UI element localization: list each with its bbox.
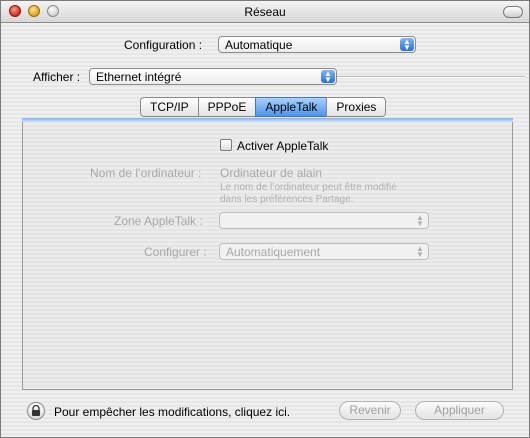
show-value: Ethernet intégré bbox=[96, 70, 182, 84]
show-popup[interactable]: Ethernet intégré ▲ ▼ bbox=[89, 68, 337, 85]
show-label: Afficher : bbox=[33, 70, 81, 84]
activate-appletalk-checkbox[interactable] bbox=[220, 139, 232, 151]
lock-text: Pour empêcher les modifications, cliquez… bbox=[54, 405, 291, 419]
computer-name-hint-line2: dans les préférences Partage. bbox=[220, 194, 354, 205]
lock-button[interactable] bbox=[27, 402, 45, 420]
popup-arrows-icon: ▲ ▼ bbox=[416, 244, 424, 259]
network-window: Réseau Configuration : Automatique ▲ ▼ Af… bbox=[0, 0, 530, 438]
tab-tcpip[interactable]: TCP/IP bbox=[140, 97, 198, 117]
configuration-popup[interactable]: Automatique ▲ ▼ bbox=[218, 36, 416, 53]
computer-name-hint-line1: Le nom de l’ordinateur peut être modifié bbox=[220, 182, 397, 193]
zone-popup: ▲ ▼ bbox=[219, 212, 429, 229]
configure-popup: Automatiquement ▲ ▼ bbox=[219, 243, 429, 260]
computer-name-value: Ordinateur de alain bbox=[220, 166, 323, 180]
configure-label: Configurer : bbox=[144, 245, 207, 259]
tab-panel-highlight bbox=[22, 118, 513, 122]
configuration-value: Automatique bbox=[225, 38, 293, 52]
zone-label: Zone AppleTalk : bbox=[114, 214, 203, 228]
revert-button[interactable]: Revenir bbox=[339, 401, 401, 420]
lock-icon bbox=[32, 405, 40, 416]
tab-bar: TCP/IP PPPoE AppleTalk Proxies bbox=[140, 97, 387, 117]
title-bar: Réseau bbox=[1, 1, 529, 23]
configure-value: Automatiquement bbox=[226, 245, 321, 259]
tab-pppoe[interactable]: PPPoE bbox=[197, 97, 256, 117]
popup-arrows-icon: ▲ ▼ bbox=[400, 38, 414, 52]
divider bbox=[337, 76, 525, 78]
tab-appletalk[interactable]: AppleTalk bbox=[255, 97, 327, 117]
configuration-label: Configuration : bbox=[124, 38, 203, 52]
computer-name-label: Nom de l’ordinateur : bbox=[90, 166, 202, 180]
activate-appletalk-label[interactable]: Activer AppleTalk bbox=[237, 139, 328, 153]
popup-arrows-icon: ▲ ▼ bbox=[416, 213, 424, 228]
window-title: Réseau bbox=[244, 5, 286, 19]
toolbar-toggle-icon[interactable] bbox=[503, 6, 523, 18]
apply-button[interactable]: Appliquer bbox=[415, 401, 504, 420]
popup-arrows-icon: ▲ ▼ bbox=[321, 70, 335, 84]
tab-proxies[interactable]: Proxies bbox=[326, 97, 387, 117]
